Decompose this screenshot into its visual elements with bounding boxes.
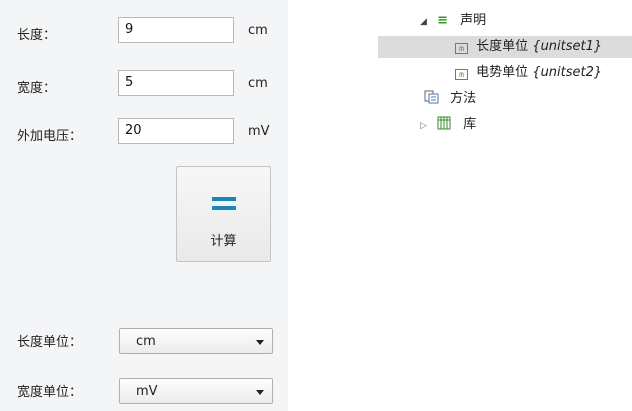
length-unit-selected: cm	[136, 334, 156, 349]
dropdown-arrow-icon	[256, 340, 264, 345]
tree-item-tag: {unitset1}	[532, 39, 603, 54]
tree-node-declarations[interactable]: ◢ ≡ 声明	[420, 10, 486, 32]
methods-label: 方法	[450, 91, 477, 106]
length-input[interactable]: 9	[118, 17, 234, 43]
length-unit-text: cm	[248, 23, 268, 38]
tree-node-library[interactable]: ▷ 库	[420, 114, 476, 136]
unit-set-icon: m	[455, 43, 468, 54]
width-input[interactable]: 5	[118, 70, 234, 96]
voltage-unit-text: mV	[248, 124, 270, 139]
declarations-label: 声明	[460, 13, 487, 28]
collapsed-triangle-icon[interactable]: ▷	[420, 121, 427, 131]
unit-set-icon: m	[455, 69, 468, 80]
width-label: 宽度：	[17, 81, 57, 96]
width-unit-text: cm	[248, 76, 268, 91]
length-label: 长度：	[17, 28, 57, 43]
calculate-label: 计算	[210, 234, 237, 249]
dropdown-arrow-icon	[256, 390, 264, 395]
tree-item-tag: {unitset2}	[532, 65, 603, 80]
expanded-triangle-icon[interactable]: ◢	[420, 17, 427, 27]
width-unit-label: 宽度单位：	[17, 385, 83, 400]
tree-node-potential-unit[interactable]: m 电势单位 {unitset2}	[455, 62, 602, 84]
library-icon	[437, 116, 451, 130]
tree-node-methods[interactable]: 方法	[424, 88, 476, 110]
width-unit-dropdown[interactable]: mV	[119, 378, 273, 404]
length-unit-dropdown[interactable]: cm	[119, 328, 273, 354]
tree-item-label: 长度单位	[476, 39, 529, 54]
tree-item-label: 电势单位	[476, 65, 529, 80]
voltage-label: 外加电压：	[17, 129, 83, 144]
methods-icon	[424, 90, 439, 104]
library-label: 库	[463, 117, 477, 132]
calculate-button[interactable]: 计算	[176, 166, 271, 262]
width-unit-selected: mV	[136, 384, 158, 399]
length-unit-label: 长度单位：	[17, 335, 83, 350]
form-panel: 长度： 9 cm 宽度： 5 cm 外加电压： 20 mV 计算 长度单位： c…	[0, 0, 288, 411]
equals-icon	[212, 197, 236, 211]
voltage-input[interactable]: 20	[118, 118, 234, 144]
list-icon: ≡	[437, 13, 448, 28]
tree-node-length-unit[interactable]: m 长度单位 {unitset1}	[378, 36, 632, 58]
